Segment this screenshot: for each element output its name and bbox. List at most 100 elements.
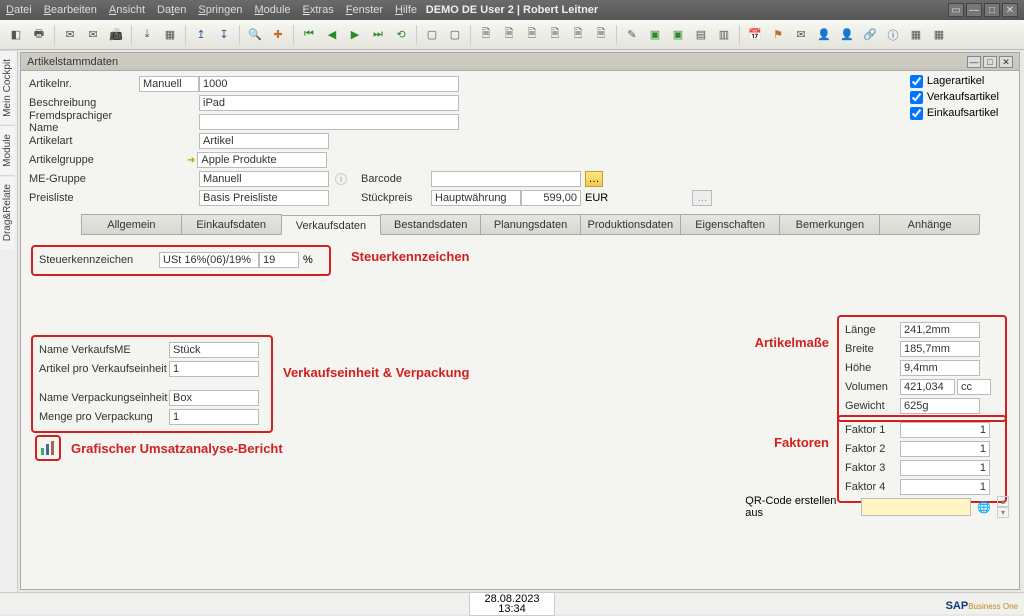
tb-alert-icon[interactable]: ⚑ xyxy=(768,25,788,45)
tb-mail-icon[interactable]: ✉ xyxy=(60,25,80,45)
tb-refresh-icon[interactable]: ⟲ xyxy=(391,25,411,45)
tb-doc4-icon[interactable]: 🗎 xyxy=(545,25,565,45)
menu-fenster[interactable]: Fenster xyxy=(346,4,383,16)
volumen-input[interactable] xyxy=(900,379,955,395)
tb-g1-icon[interactable]: ▢ xyxy=(422,25,442,45)
breite-input[interactable] xyxy=(900,341,980,357)
winbtn-close[interactable]: ✕ xyxy=(1002,3,1018,17)
winbtn-max[interactable]: □ xyxy=(984,3,1000,17)
tb-print-icon[interactable]: 🖶 xyxy=(29,25,49,45)
tb-lock-icon[interactable]: ↥ xyxy=(191,25,211,45)
sidetab-dragrelate[interactable]: Drag&Relate xyxy=(0,175,15,249)
chk-lagerartikel[interactable] xyxy=(910,75,923,88)
menu-module[interactable]: Module xyxy=(254,4,290,16)
tb-doc2-icon[interactable]: 🗎 xyxy=(499,25,519,45)
tb-edit-icon[interactable]: ✎ xyxy=(622,25,642,45)
laenge-input[interactable] xyxy=(900,322,980,338)
barcode-browse-button[interactable]: … xyxy=(585,171,603,187)
menu-extras[interactable]: Extras xyxy=(303,4,334,16)
tb-filter-icon[interactable]: ▤ xyxy=(691,25,711,45)
panel-max-icon[interactable]: □ xyxy=(983,56,997,68)
artikelgruppe-select[interactable]: Apple Produkte xyxy=(197,152,327,168)
name-me-input[interactable] xyxy=(169,342,259,358)
tb-user2-icon[interactable]: 👤 xyxy=(837,25,857,45)
name-vp-input[interactable] xyxy=(169,390,259,406)
tb-link-icon[interactable]: 🔗 xyxy=(860,25,880,45)
tb-doc3-icon[interactable]: 🗎 xyxy=(522,25,542,45)
beschreibung-input[interactable] xyxy=(199,95,459,111)
menu-daten[interactable]: Daten xyxy=(157,4,186,16)
stueckpreis-currency-select[interactable]: Hauptwährung xyxy=(431,190,521,206)
qr-input[interactable] xyxy=(861,498,971,516)
gewicht-input[interactable] xyxy=(900,398,980,414)
f4-input[interactable] xyxy=(900,479,990,495)
winbtn-1[interactable]: ▭ xyxy=(948,3,964,17)
artikelnr-input[interactable] xyxy=(199,76,459,92)
artikelgruppe-link-icon[interactable]: ➜ xyxy=(187,155,195,166)
megruppe-select[interactable]: Manuell xyxy=(199,171,329,187)
volumen-unit-select[interactable]: cc xyxy=(957,379,991,395)
tb-ok-icon[interactable]: ▣ xyxy=(645,25,665,45)
tab-anhaenge[interactable]: Anhänge xyxy=(879,214,980,234)
tb-user-icon[interactable]: 👤 xyxy=(814,25,834,45)
qr-globe-icon[interactable]: 🌐 xyxy=(977,501,991,514)
tb-preview-icon[interactable]: ◧ xyxy=(6,25,26,45)
chart-report-button[interactable] xyxy=(35,435,61,461)
tb-fax-icon[interactable]: 📠 xyxy=(106,25,126,45)
menge-vp-input[interactable] xyxy=(169,409,259,425)
tb-prev-icon[interactable]: ◀ xyxy=(322,25,342,45)
barcode-input[interactable] xyxy=(431,171,581,187)
fremd-input[interactable] xyxy=(199,114,459,130)
tb-doc6-icon[interactable]: 🗎 xyxy=(591,25,611,45)
artikelnr-mode-select[interactable]: Manuell xyxy=(139,76,199,92)
tab-verkaufsdaten[interactable]: Verkaufsdaten xyxy=(281,215,382,235)
tb-sheet-icon[interactable]: ▦ xyxy=(906,25,926,45)
menu-bearbeiten[interactable]: Bearbeiten xyxy=(44,4,97,16)
menu-ansicht[interactable]: Ansicht xyxy=(109,4,145,16)
steuer-select[interactable]: USt 16%(06)/19% xyxy=(159,252,259,268)
tb-cal-icon[interactable]: 📅 xyxy=(745,25,765,45)
tb-excel-icon[interactable]: ▦ xyxy=(160,25,180,45)
tb-sms-icon[interactable]: ✉ xyxy=(83,25,103,45)
tb-doc1-icon[interactable]: 🗎 xyxy=(476,25,496,45)
menu-hilfe[interactable]: Hilfe xyxy=(395,4,417,16)
tab-bemerkungen[interactable]: Bemerkungen xyxy=(779,214,880,234)
tab-allgemein[interactable]: Allgemein xyxy=(81,214,182,234)
qr-up-icon[interactable]: ▴ xyxy=(997,496,1009,507)
sidetab-module[interactable]: Module xyxy=(0,125,15,175)
tb-help-icon[interactable]: ⓘ xyxy=(883,25,903,45)
panel-close-icon[interactable]: ✕ xyxy=(999,56,1013,68)
tb-add-icon[interactable]: ✚ xyxy=(268,25,288,45)
tb-doc5-icon[interactable]: 🗎 xyxy=(568,25,588,45)
panel-min-icon[interactable]: — xyxy=(967,56,981,68)
tb-last-icon[interactable]: ⏭ xyxy=(368,25,388,45)
tab-einkaufsdaten[interactable]: Einkaufsdaten xyxy=(181,214,282,234)
tb-more-icon[interactable]: ▦ xyxy=(929,25,949,45)
tb-first-icon[interactable]: ⏮ xyxy=(299,25,319,45)
f3-input[interactable] xyxy=(900,460,990,476)
tb-msg-icon[interactable]: ✉ xyxy=(791,25,811,45)
tb-layout-icon[interactable]: ▥ xyxy=(714,25,734,45)
tb-find-icon[interactable]: 🔍 xyxy=(245,25,265,45)
stueckpreis-input[interactable] xyxy=(521,190,581,206)
tb-export-icon[interactable]: ⤓ xyxy=(137,25,157,45)
tb-ok2-icon[interactable]: ▣ xyxy=(668,25,688,45)
steuer-percent-input[interactable] xyxy=(259,252,299,268)
megruppe-info-icon[interactable]: i xyxy=(335,173,347,185)
preisliste-select[interactable]: Basis Preisliste xyxy=(199,190,329,206)
winbtn-min[interactable]: — xyxy=(966,3,982,17)
tab-planungsdaten[interactable]: Planungsdaten xyxy=(480,214,581,234)
tb-g2-icon[interactable]: ▢ xyxy=(445,25,465,45)
artikelart-select[interactable]: Artikel xyxy=(199,133,329,149)
art-pro-input[interactable] xyxy=(169,361,259,377)
stueckpreis-more-button[interactable]: … xyxy=(692,190,712,206)
menu-springen[interactable]: Springen xyxy=(198,4,242,16)
hoehe-input[interactable] xyxy=(900,360,980,376)
tb-next-icon[interactable]: ▶ xyxy=(345,25,365,45)
sidetab-cockpit[interactable]: Mein Cockpit xyxy=(0,50,15,125)
menu-datei[interactable]: Datei xyxy=(6,4,32,16)
tab-produktionsdaten[interactable]: Produktionsdaten xyxy=(580,214,681,234)
chk-einkaufsartikel[interactable] xyxy=(910,107,923,120)
f1-input[interactable] xyxy=(900,422,990,438)
tb-unlock-icon[interactable]: ↧ xyxy=(214,25,234,45)
